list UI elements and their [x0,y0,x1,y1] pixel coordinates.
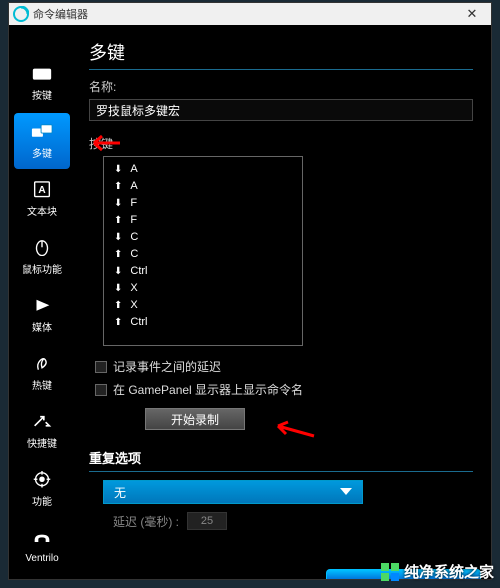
key-up-icon: ⬆ [114,178,122,195]
keystroke-row[interactable]: ⬇X [114,280,292,297]
sidebar-item-ventrilo[interactable]: Ventrilo [14,519,70,575]
sidebar-label: 多键 [32,145,52,160]
keystroke-icon [31,65,53,83]
keystroke-key: X [130,297,137,314]
sidebar-item-shortcut[interactable]: 快捷键 [14,403,70,459]
start-record-button[interactable]: 开始录制 [145,408,245,430]
ventrilo-icon [31,531,53,549]
sidebar-label: 鼠标功能 [22,261,62,276]
sidebar-label: 按键 [32,87,52,102]
keystroke-key: F [130,195,137,212]
window-title: 命令编辑器 [33,6,457,22]
gamepanel-label: 在 GamePanel 显示器上显示命令名 [113,381,303,398]
divider [89,69,473,70]
multikey-icon [31,123,53,141]
keystroke-row[interactable]: ⬇F [114,195,292,212]
key-up-icon: ⬆ [114,314,122,331]
sidebar-label: 功能 [32,493,52,508]
name-label: 名称: [89,78,473,95]
logitech-logo-icon [13,6,29,22]
keystroke-row[interactable]: ⬇A [114,161,292,178]
annotation-arrow-icon [86,131,122,155]
sidebar-item-keystroke[interactable]: 按键 [14,55,70,111]
keystroke-key: F [130,212,137,229]
watermark-text: 纯净系统之家 [404,561,494,582]
annotation-arrow-icon [270,418,316,442]
key-down-icon: ⬇ [114,161,122,178]
checkbox-icon[interactable] [95,384,107,396]
shortcut-icon [31,413,53,431]
key-down-icon: ⬇ [114,229,122,246]
sidebar-label: Ventrilo [25,553,58,564]
keystroke-key: C [130,229,138,246]
media-icon [31,297,53,315]
keystroke-key: X [130,280,137,297]
sidebar-label: 媒体 [32,319,52,334]
key-up-icon: ⬆ [114,297,122,314]
sidebar: 按键 多键 A 文本块 鼠标功能 媒体 热键 [9,25,75,579]
editor-window: 命令编辑器 ✕ 按键 多键 A 文本块 鼠标功能 媒体 [8,2,492,580]
divider [89,471,473,472]
keystroke-row[interactable]: ⬆X [114,297,292,314]
gamepanel-row[interactable]: 在 GamePanel 显示器上显示命令名 [95,381,473,398]
keystroke-key: A [130,178,137,195]
repeat-section: 重复选项 无 延迟 (毫秒) : [89,448,473,530]
key-up-icon: ⬆ [114,246,122,263]
sidebar-item-textblock[interactable]: A 文本块 [14,171,70,227]
name-input[interactable] [89,99,473,121]
page-heading: 多键 [89,39,473,65]
mouse-icon [31,239,53,257]
sidebar-item-function[interactable]: 功能 [14,461,70,517]
titlebar: 命令编辑器 ✕ [9,3,491,25]
keystroke-row[interactable]: ⬆C [114,246,292,263]
sidebar-item-multikey[interactable]: 多键 [14,113,70,169]
watermark-logo-icon [380,562,400,582]
keystroke-label: 按键 [89,135,473,152]
svg-text:A: A [38,185,46,196]
sidebar-label: 文本块 [27,203,57,218]
record-delay-row[interactable]: 记录事件之间的延迟 [95,358,473,375]
repeat-label: 重复选项 [89,448,473,467]
record-delay-label: 记录事件之间的延迟 [113,358,221,375]
close-button[interactable]: ✕ [457,3,487,25]
keystroke-key: A [130,161,137,178]
delay-input[interactable] [187,512,227,530]
keystroke-row[interactable]: ⬆ Ctrl [114,314,292,331]
main-panel: 多键 名称: 按键 ⬇A⬆A⬇F⬆F⬇C⬆C⬇Ctrl⬇X⬆X⬆Ctrl 记录事… [75,25,491,579]
key-down-icon: ⬇ [114,263,122,280]
repeat-value: 无 [114,484,126,501]
delay-row: 延迟 (毫秒) : [113,512,473,530]
hotkey-icon [31,355,53,373]
repeat-dropdown[interactable]: 无 [103,480,363,504]
key-up-icon: ⬆ [114,212,122,229]
keystroke-row[interactable]: ⬇C [114,229,292,246]
chevron-down-icon [340,485,352,499]
content-area: 按键 多键 A 文本块 鼠标功能 媒体 热键 [9,25,491,579]
textblock-icon: A [31,181,53,199]
sidebar-item-media[interactable]: 媒体 [14,287,70,343]
delay-label: 延迟 (毫秒) : [113,513,179,530]
keystroke-key: Ctrl [130,263,147,280]
function-icon [31,471,53,489]
sidebar-label: 热键 [32,377,52,392]
keystroke-row[interactable]: ⬆A [114,178,292,195]
sidebar-item-mouse[interactable]: 鼠标功能 [14,229,70,285]
keystroke-list[interactable]: ⬇A⬆A⬇F⬆F⬇C⬆C⬇Ctrl⬇X⬆X⬆Ctrl [103,156,303,346]
keystroke-key: Ctrl [130,314,147,331]
key-down-icon: ⬇ [114,195,122,212]
keystroke-row[interactable]: ⬆F [114,212,292,229]
keystroke-row[interactable]: ⬇ Ctrl [114,263,292,280]
sidebar-label: 快捷键 [27,435,57,450]
key-down-icon: ⬇ [114,280,122,297]
sidebar-item-hotkey[interactable]: 热键 [14,345,70,401]
watermark: 纯净系统之家 [380,561,494,582]
keystroke-key: C [130,246,138,263]
checkbox-icon[interactable] [95,361,107,373]
